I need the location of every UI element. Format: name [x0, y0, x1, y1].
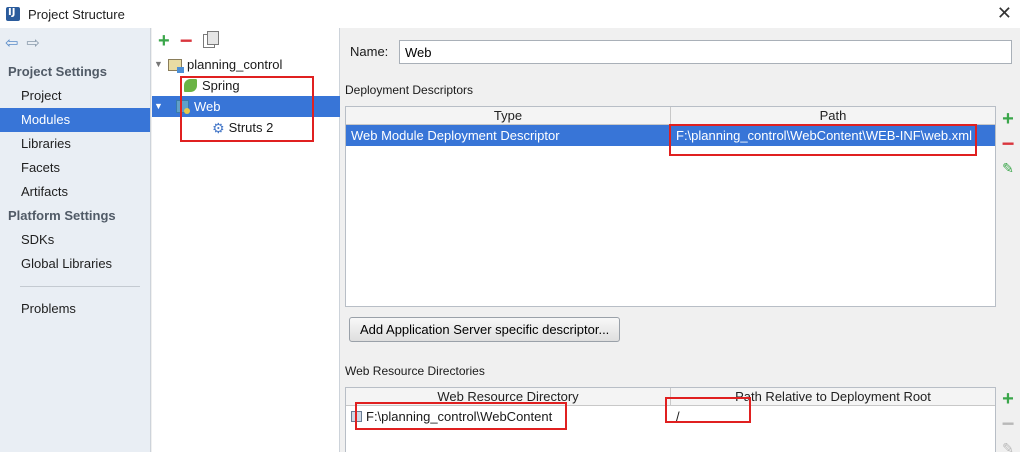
- folder-icon: [351, 411, 362, 422]
- add-resource-icon[interactable]: +: [1002, 388, 1014, 410]
- remove-descriptor-icon[interactable]: −: [1002, 133, 1015, 155]
- edit-resource-icon[interactable]: ✎: [1002, 438, 1014, 452]
- tree-item-struts[interactable]: ⚙ Struts 2: [212, 117, 340, 138]
- arrow-right-icon[interactable]: ⇨: [26, 36, 39, 52]
- close-icon[interactable]: ✕: [997, 4, 1012, 22]
- column-header-path[interactable]: Path: [671, 107, 995, 124]
- descriptor-tools: + − ✎: [997, 108, 1019, 178]
- module-tree-panel: + − ▼ planning_control Spring ▼ Web ⚙ St…: [152, 28, 340, 452]
- add-descriptor-icon[interactable]: +: [1002, 108, 1014, 130]
- window-title: Project Structure: [28, 6, 125, 22]
- table-row[interactable]: Web Module Deployment Descriptor F:\plan…: [346, 125, 995, 146]
- project-settings-header: Project Settings: [8, 64, 107, 79]
- edit-descriptor-icon[interactable]: ✎: [1002, 158, 1014, 178]
- spring-icon: [184, 79, 197, 92]
- tree-item-label: Spring: [202, 78, 240, 93]
- tree-item-label: Web: [194, 99, 221, 114]
- table-header: Web Resource Directory Path Relative to …: [346, 388, 995, 406]
- remove-icon[interactable]: −: [180, 30, 193, 52]
- tree-root-module[interactable]: ▼ planning_control: [154, 54, 340, 75]
- copy-icon[interactable]: [202, 31, 219, 48]
- intellij-icon: IJ: [6, 6, 22, 22]
- nav-item-project[interactable]: Project: [0, 84, 150, 108]
- name-field[interactable]: [399, 40, 1012, 64]
- nav-item-sdks[interactable]: SDKs: [0, 228, 150, 252]
- web-resource-table: Web Resource Directory Path Relative to …: [345, 387, 996, 452]
- nav-item-facets[interactable]: Facets: [0, 156, 150, 180]
- tree-item-label: Struts 2: [228, 120, 274, 135]
- deployment-descriptors-table: Type Path Web Module Deployment Descript…: [345, 106, 996, 307]
- table-header: Type Path: [346, 107, 995, 125]
- title-bar: IJ Project Structure ✕: [0, 0, 1020, 28]
- tree-root-label: planning_control: [187, 57, 283, 72]
- descriptor-type-cell: Web Module Deployment Descriptor: [351, 128, 560, 143]
- resource-dir-cell: F:\planning_control\WebContent: [346, 406, 671, 427]
- facet-editor: Name: Deployment Descriptors Type Path W…: [341, 28, 1020, 452]
- tree-item-spring[interactable]: Spring: [170, 75, 340, 96]
- nav-item-libraries[interactable]: Libraries: [0, 132, 150, 156]
- tree-item-web[interactable]: ▼ Web: [152, 96, 340, 117]
- nav-divider: [20, 286, 140, 287]
- platform-settings-header: Platform Settings: [8, 208, 116, 223]
- settings-nav: ⇦ ⇨ Project Settings Project Modules Lib…: [0, 28, 151, 452]
- add-icon[interactable]: +: [158, 31, 170, 51]
- resource-tools: + − ✎: [997, 388, 1019, 452]
- resource-dir-text: F:\planning_control\WebContent: [366, 409, 553, 424]
- web-resource-directories-label: Web Resource Directories: [345, 364, 485, 378]
- web-icon: [176, 100, 190, 114]
- remove-resource-icon[interactable]: −: [1002, 413, 1015, 435]
- name-label: Name:: [350, 44, 389, 59]
- collapse-arrow-icon[interactable]: ▼: [152, 96, 176, 117]
- nav-item-global-libraries[interactable]: Global Libraries: [0, 252, 150, 276]
- nav-item-problems[interactable]: Problems: [0, 297, 150, 321]
- tree-toolbar: + −: [152, 28, 339, 54]
- add-server-descriptor-button[interactable]: Add Application Server specific descript…: [349, 317, 621, 342]
- nav-arrows: ⇦ ⇨: [0, 28, 150, 60]
- column-header-type[interactable]: Type: [346, 107, 671, 124]
- module-folder-icon: [168, 58, 184, 73]
- descriptor-path-cell: F:\planning_control\WebContent\WEB-INF\w…: [676, 128, 972, 143]
- collapse-arrow-icon[interactable]: ▼: [154, 54, 168, 75]
- nav-item-modules[interactable]: Modules: [0, 108, 150, 132]
- arrow-left-icon[interactable]: ⇦: [5, 36, 18, 52]
- table-row[interactable]: F:\planning_control\WebContent /: [346, 406, 995, 427]
- gear-icon: ⚙: [212, 119, 225, 136]
- column-header-resource-dir[interactable]: Web Resource Directory: [346, 388, 671, 405]
- nav-item-artifacts[interactable]: Artifacts: [0, 180, 150, 204]
- column-header-relative-path[interactable]: Path Relative to Deployment Root: [671, 388, 995, 405]
- resource-path-cell: /: [676, 409, 680, 424]
- deployment-descriptors-label: Deployment Descriptors: [345, 83, 474, 97]
